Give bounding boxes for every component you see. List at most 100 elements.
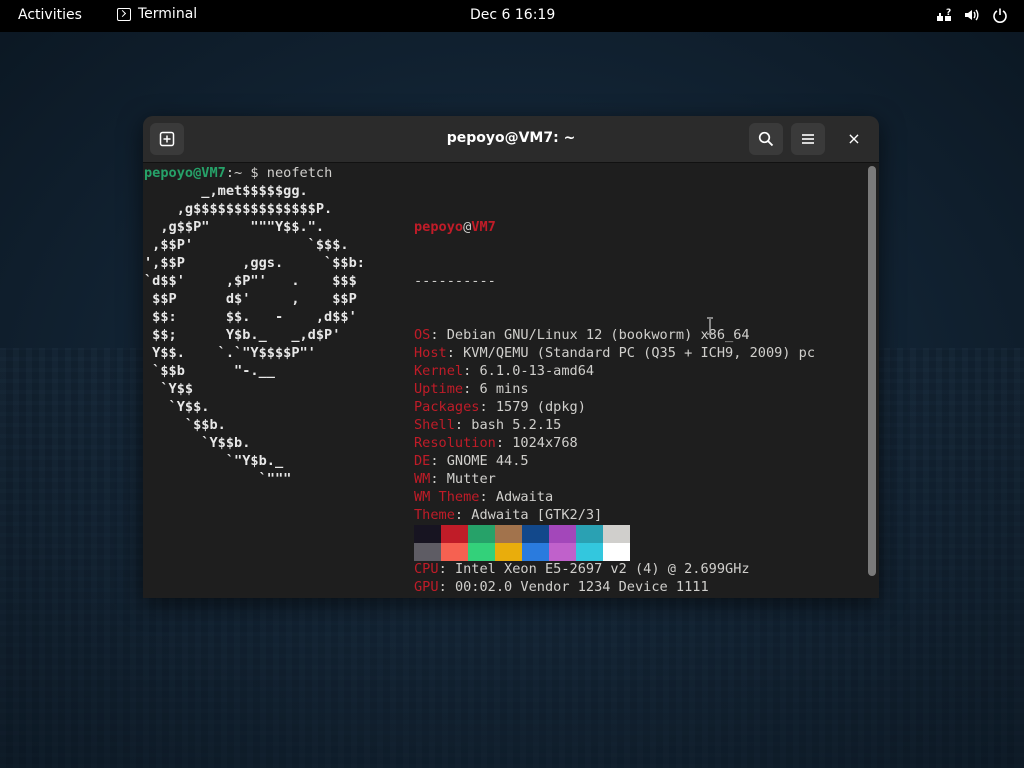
- ascii-art-line: Y$$. `.`"Y$$$$P"': [144, 345, 316, 361]
- command-text: neofetch: [266, 165, 333, 181]
- info-value: 6 mins: [479, 381, 529, 397]
- window-titlebar[interactable]: pepoyo@VM7: ~ ×: [143, 116, 879, 163]
- system-tray[interactable]: ?: [936, 7, 1008, 23]
- palette-swatch: [603, 543, 630, 561]
- top-bar: Activities Terminal Dec 6 16:19 ?: [0, 0, 1024, 32]
- info-value: 1024x768: [512, 435, 578, 451]
- info-colon: :: [495, 435, 513, 451]
- ascii-art-line: `$$b.: [144, 417, 226, 433]
- info-value: bash 5.2.15: [471, 417, 562, 433]
- info-host: VM7: [471, 219, 496, 235]
- ascii-art-line: $$P d$' , $$P: [144, 291, 357, 307]
- ascii-art-line: _,met$$$$$gg.: [144, 183, 308, 199]
- info-value: Adwaita: [495, 489, 554, 505]
- palette-swatch: [441, 525, 468, 543]
- text-cursor-icon: [707, 317, 713, 335]
- palette-swatch: [468, 525, 495, 543]
- palette-swatch: [576, 543, 603, 561]
- color-palette: [414, 525, 630, 561]
- prompt-symbol: $: [242, 165, 267, 181]
- palette-swatch: [495, 543, 522, 561]
- info-colon: :: [446, 345, 464, 361]
- terminal-window[interactable]: pepoyo@VM7: ~ × pepoyo@VM7:~ $ neofetch …: [143, 116, 879, 598]
- info-colon: :: [463, 363, 480, 379]
- app-menu-terminal[interactable]: Terminal: [117, 6, 197, 22]
- palette-swatch: [603, 525, 630, 543]
- prompt-path: :~: [225, 165, 243, 181]
- ascii-art-line: ,g$$$$$$$$$$$$$$$P.: [144, 201, 333, 217]
- info-row: WM: Mutter: [414, 470, 815, 488]
- info-colon: :: [463, 381, 480, 397]
- info-row: WM Theme: Adwaita: [414, 488, 815, 506]
- palette-swatch: [522, 525, 549, 543]
- main-menu-button[interactable]: [791, 123, 825, 155]
- info-header: pepoyo@VM7: [414, 218, 815, 236]
- info-value: Adwaita [GTK2/3]: [471, 507, 603, 523]
- info-key: Theme: [414, 507, 455, 523]
- info-colon: :: [438, 579, 455, 595]
- info-row: Shell: bash 5.2.15: [414, 416, 815, 434]
- info-colon: :: [479, 489, 496, 505]
- palette-swatch: [414, 543, 441, 561]
- info-row: Resolution: 1024x768: [414, 434, 815, 452]
- info-row: Theme: Adwaita [GTK2/3]: [414, 506, 815, 524]
- network-unknown-icon[interactable]: ?: [936, 7, 952, 23]
- info-key: DE: [414, 453, 431, 469]
- palette-swatch: [549, 525, 576, 543]
- info-row: Host: KVM/QEMU (Standard PC (Q35 + ICH9,…: [414, 344, 815, 362]
- info-row: DE: GNOME 44.5: [414, 452, 815, 470]
- palette-swatch: [441, 543, 468, 561]
- info-value: 1183MiB / 5924MiB: [479, 597, 618, 598]
- ascii-art-line: `Y$$b.: [144, 435, 251, 451]
- info-value: Intel Xeon E5-2697 v2 (4) @ 2.699GHz: [454, 561, 750, 577]
- info-value: 1579 (dpkg): [495, 399, 586, 415]
- info-key: Memory: [414, 597, 463, 598]
- ascii-art-line: `"Y$b._: [144, 453, 284, 469]
- info-value: Mutter: [446, 471, 496, 487]
- ascii-art-line: $$; Y$b._ _,d$P': [144, 327, 341, 343]
- palette-swatch: [576, 525, 603, 543]
- prompt-user: pepoyo@VM7: [144, 165, 226, 181]
- ascii-art-line: ,g$$P" """Y$$.".: [144, 219, 325, 235]
- info-key: Shell: [414, 417, 455, 433]
- ascii-art-line: $$: $$. - ,d$$': [144, 309, 357, 325]
- search-icon: [758, 131, 774, 147]
- volume-icon[interactable]: [964, 7, 980, 23]
- ascii-art-line: ,$$P' `$$$.: [144, 237, 349, 253]
- info-key: CPU: [414, 561, 439, 577]
- ascii-art-line: `d$$' ,$P"' . $$$: [144, 273, 357, 289]
- info-value: KVM/QEMU (Standard PC (Q35 + ICH9, 2009)…: [463, 345, 816, 361]
- info-value: 6.1.0-13-amd64: [479, 363, 595, 379]
- ascii-art-line: `Y$$: [144, 381, 194, 397]
- search-button[interactable]: [749, 123, 783, 155]
- info-value: 00:02.0 Vendor 1234 Device 1111: [454, 579, 709, 595]
- power-icon[interactable]: [992, 7, 1008, 23]
- clock[interactable]: Dec 6 16:19: [470, 7, 555, 23]
- ascii-art-line: `Y$$.: [144, 399, 210, 415]
- ascii-art-line: `""": [144, 471, 292, 487]
- info-user: pepoyo: [414, 219, 464, 235]
- info-key: Resolution: [414, 435, 496, 451]
- info-colon: :: [463, 597, 479, 598]
- info-row: OS: Debian GNU/Linux 12 (bookworm) x86_6…: [414, 326, 815, 344]
- info-key: Uptime: [414, 381, 464, 397]
- info-key: Kernel: [414, 363, 464, 379]
- hamburger-menu-icon: [802, 134, 814, 144]
- info-key: WM Theme: [414, 489, 480, 505]
- app-menu-label: Terminal: [138, 6, 198, 22]
- ascii-art-line: `$$b "-.__: [144, 363, 275, 379]
- info-row: GPU: 00:02.0 Vendor 1234 Device 1111: [414, 578, 815, 596]
- info-key: WM: [414, 471, 431, 487]
- info-row: Memory: 1183MiB / 5924MiB: [414, 596, 815, 598]
- scrollbar[interactable]: [868, 166, 876, 576]
- terminal-content[interactable]: pepoyo@VM7:~ $ neofetch _,met$$$$$gg. ,g…: [143, 163, 865, 598]
- ascii-art-line: ',$$P ,ggs. `$$b:: [144, 255, 365, 271]
- close-button[interactable]: ×: [843, 128, 865, 150]
- info-colon: :: [479, 399, 496, 415]
- activities-button[interactable]: Activities: [18, 7, 82, 23]
- close-icon: ×: [847, 129, 861, 148]
- info-row: Uptime: 6 mins: [414, 380, 815, 398]
- info-row: CPU: Intel Xeon E5-2697 v2 (4) @ 2.699GH…: [414, 560, 815, 578]
- palette-row-bright: [414, 543, 630, 561]
- debian-ascii-logo: _,met$$$$$gg. ,g$$$$$$$$$$$$$$$P. ,g$$P"…: [144, 182, 365, 488]
